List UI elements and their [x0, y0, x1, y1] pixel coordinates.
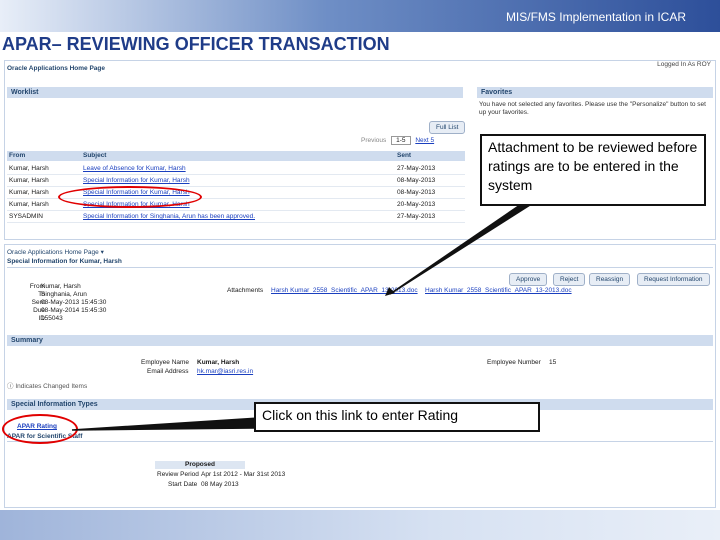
start-date-value: 08 May 2013 [201, 481, 239, 488]
row-sent: 27-May-2013 [397, 165, 436, 172]
row-from: Kumar, Harsh [9, 177, 49, 184]
field-row: ID 155043 [9, 315, 139, 323]
row-from: Kumar, Harsh [9, 201, 49, 208]
col-from: From [9, 152, 26, 159]
detail-breadcrumb[interactable]: Oracle Applications Home Page ▾ [7, 249, 104, 257]
notification-fields: From Kumar, Harsh To Singhania, Arun Sen… [9, 283, 139, 323]
info-icon: ⓘ [7, 383, 14, 390]
worklist-header: Worklist [7, 87, 463, 98]
row-sent: 20-May-2013 [397, 201, 436, 208]
attachment-link[interactable]: Harsh Kumar_2558_Scientific_APAR_13-2013… [271, 287, 418, 295]
col-sent: Sent [397, 152, 412, 159]
field-row: Due 08-May-2014 15:45:30 [9, 307, 139, 315]
field-row: Sent 08-May-2013 15:45:30 [9, 299, 139, 307]
row-subject-link[interactable]: Special Information for Kumar, Harsh [83, 177, 190, 185]
favorites-header: Favorites [477, 87, 713, 98]
attachment-callout: Attachment to be reviewed before ratings… [480, 134, 706, 206]
row-sent: 27-May-2013 [397, 213, 436, 220]
previous-link[interactable]: Previous [361, 137, 386, 144]
header-bar: MIS/FMS Implementation in ICAR [0, 0, 720, 32]
changed-items-note: ⓘ Indicates Changed Items [7, 383, 87, 391]
review-period-label: Review Period [157, 471, 199, 478]
slide-title: APAR– REVIEWING OFFICER TRANSACTION [2, 34, 390, 54]
summary-header: Summary [7, 335, 713, 346]
reassign-button[interactable]: Reassign [589, 273, 631, 286]
row-sent: 08-May-2013 [397, 177, 436, 184]
apar-divider [7, 441, 713, 442]
detail-page-title: Special Information for Kumar, Harsh [7, 258, 122, 265]
favorites-text: You have not selected any favorites. Ple… [479, 101, 706, 116]
full-list-button[interactable]: Full List [429, 121, 466, 134]
employee-number-label: Employee Number [487, 359, 541, 366]
email-label: Email Address [147, 368, 189, 375]
field-row: From Kumar, Harsh [9, 283, 139, 291]
range-select[interactable]: 1-5 [391, 136, 411, 145]
request-information-button[interactable]: Request Information [637, 273, 710, 286]
footer-bar [0, 510, 720, 540]
worklist-column-header: From Subject Sent [7, 151, 465, 161]
field-value: Singhania, Arun [41, 291, 87, 298]
email-link[interactable]: hk.mar@iasri.res.in [197, 368, 253, 376]
col-subject: Subject [83, 152, 107, 159]
table-row[interactable]: Kumar, Harsh Special Information for Kum… [7, 175, 465, 187]
attachment-link[interactable]: Harsh Kumar_2558_Scientific_APAR_13-2013… [425, 287, 572, 295]
highlight-ellipse [2, 414, 78, 444]
field-value: 155043 [41, 315, 63, 322]
pagination: Previous 1-5 Next 5 [361, 136, 434, 145]
chevron-down-icon[interactable]: ▾ [101, 249, 104, 256]
review-period-value: Apr 1st 2012 - Mar 31st 2013 [201, 471, 286, 478]
field-value: Kumar, Harsh [41, 283, 81, 290]
header-title: MIS/FMS Implementation in ICAR [505, 10, 686, 24]
approve-button[interactable]: Approve [509, 273, 548, 286]
start-date-label: Start Date [168, 481, 198, 488]
home-breadcrumb[interactable]: Oracle Applications Home Page [7, 65, 105, 73]
table-row[interactable]: Kumar, Harsh Leave of Absence for Kumar,… [7, 163, 465, 175]
row-from: Kumar, Harsh [9, 165, 49, 172]
field-row: To Singhania, Arun [9, 291, 139, 299]
field-value: 08-May-2014 15:45:30 [41, 307, 107, 314]
row-subject-link[interactable]: Leave of Absence for Kumar, Harsh [83, 165, 186, 173]
changed-items-text: Indicates Changed Items [15, 383, 88, 390]
title-divider [7, 267, 713, 268]
slide: MIS/FMS Implementation in ICAR APAR– REV… [0, 0, 720, 540]
table-row[interactable]: SYSADMIN Special Information for Singhan… [7, 211, 465, 223]
employee-name-value: Kumar, Harsh [197, 359, 240, 366]
employee-number-value: 15 [549, 359, 557, 366]
row-from: Kumar, Harsh [9, 189, 49, 196]
rating-callout: Click on this link to enter Rating [254, 402, 540, 432]
highlight-ellipse [58, 186, 202, 208]
attachments-label: Attachments [227, 287, 264, 294]
row-from: SYSADMIN [9, 213, 43, 220]
reject-button[interactable]: Reject [553, 273, 586, 286]
employee-name-label: Employee Name [141, 359, 190, 366]
row-sent: 08-May-2013 [397, 189, 436, 196]
notification-detail-screenshot: Oracle Applications Home Page ▾ Special … [4, 244, 716, 508]
field-value: 08-May-2013 15:45:30 [41, 299, 107, 306]
proposed-header: Proposed [155, 461, 245, 469]
next-link[interactable]: Next 5 [415, 137, 434, 144]
logged-in-label: Logged In As ROY [657, 61, 711, 68]
row-subject-link[interactable]: Special Information for Singhania, Arun … [83, 213, 255, 221]
detail-breadcrumb-text: Oracle Applications Home Page [7, 249, 99, 256]
